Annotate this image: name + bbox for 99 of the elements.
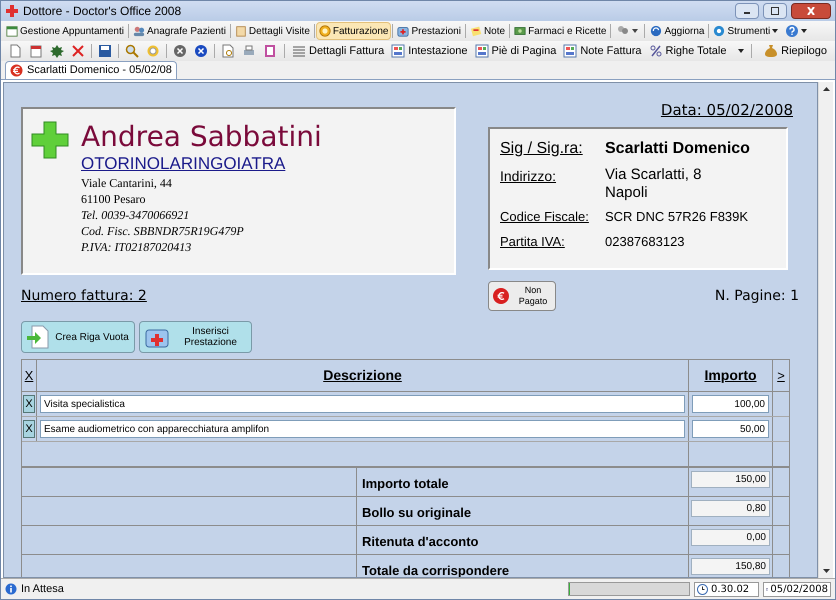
toolbar-tab-button[interactable]: Strumenti (710, 22, 782, 40)
patient-field-label: Codice Fiscale: (500, 208, 590, 226)
doctor-detail: Tel. 0039-3470066921 (81, 207, 190, 223)
close-button[interactable] (791, 3, 831, 19)
description-field[interactable]: Esame audiometrico con apparecchiatura amplifon (40, 420, 685, 438)
amount-field[interactable]: 50,00 (692, 420, 769, 438)
toolbar-tab-button[interactable]: Prestazioni (394, 22, 464, 40)
percent-icon (648, 44, 662, 58)
toolbar-tab-button[interactable]: Fatturazione (316, 22, 392, 40)
caret-icon (801, 29, 808, 33)
toolbar-tab-button[interactable]: Aggiorna (647, 22, 708, 40)
medical-kit-icon (397, 25, 410, 37)
caret-up-icon (822, 87, 830, 91)
doctor-detail: Viale Cantarini, 44 (81, 175, 172, 191)
printer-icon (242, 44, 256, 58)
coin-icon (318, 25, 331, 37)
total-amount-field: 0,00 (691, 529, 770, 546)
toolbar-button[interactable]: Righe Totale (646, 42, 748, 60)
delete-row-button[interactable]: X (23, 395, 35, 413)
document-icon (8, 44, 22, 58)
close-icon (806, 7, 816, 15)
money-bag-icon (764, 44, 778, 58)
refresh-icon (650, 25, 662, 37)
grid-icon (391, 44, 406, 58)
toolbar-tab-button[interactable]: Anagrafe Pazienti (130, 22, 229, 40)
total-amount-field: 0,80 (691, 500, 770, 517)
patient-field-label: Partita IVA: (500, 232, 566, 250)
minimize-button[interactable] (735, 3, 759, 19)
close-icon (194, 44, 208, 58)
summary-button[interactable]: Riepilogo (760, 42, 831, 60)
status-time-field: 0.30.02 (694, 582, 759, 596)
toolbar-button[interactable]: Intestazione (388, 42, 471, 60)
total-label: Ritenuta d'acconto (362, 532, 478, 551)
caret-down-icon (822, 569, 830, 573)
maximize-button[interactable] (763, 3, 787, 19)
patient-field-value: Via Scarlatti, 8 (605, 166, 702, 184)
delete-row-button[interactable]: X (23, 420, 35, 438)
vertical-scrollbar[interactable] (818, 82, 833, 578)
amount-field[interactable]: 100,00 (692, 395, 769, 413)
patient-field-value: SCR DNC 57R26 F839K (605, 208, 748, 226)
euro-icon (10, 64, 23, 77)
patient-field-label: Sig / Sig.ra: (500, 139, 584, 159)
calendar-icon (29, 44, 43, 58)
description-field[interactable]: Visita specialistica (40, 395, 685, 413)
medical-cross-icon (31, 121, 69, 159)
maximize-icon (770, 7, 780, 15)
doctor-detail: 61100 Pesaro (81, 191, 146, 207)
caret-icon (632, 29, 638, 33)
grid-icon (563, 44, 578, 58)
patient-field-value: Napoli (605, 184, 649, 202)
doctor-detail: P.IVA: IT02187020413 (81, 239, 192, 255)
total-amount-field: 150,80 (691, 558, 770, 575)
column-header[interactable]: Importo (704, 365, 757, 386)
document-tab[interactable]: Scarlatti Domenico - 05/02/08 (5, 61, 177, 79)
toolbar-button[interactable]: Dettagli Fattura (289, 42, 388, 60)
toolbar-tab-button[interactable]: Gestione Appuntamenti (3, 22, 127, 40)
invoice-number: Numero fattura: 2 (21, 286, 148, 306)
window-title: Dottore - Doctor's Office 2008 (23, 3, 182, 20)
euro-icon (492, 287, 510, 305)
clipboard-icon (234, 25, 247, 37)
payment-status-button[interactable]: Non Pagato (488, 281, 556, 311)
status-date-field: 05/02/2008 (763, 582, 831, 596)
column-header[interactable]: X (24, 366, 34, 386)
action-button[interactable]: Inserisci Prestazione (139, 321, 252, 353)
toolbar-tab-button[interactable]: Dettagli Visite (232, 22, 313, 40)
clock-icon (697, 584, 708, 594)
money-icon (514, 25, 526, 37)
toolbar-tab-button[interactable]: Farmaci e Ricette (511, 22, 610, 40)
close-icon (173, 44, 187, 58)
grid-icon (474, 44, 489, 58)
invoice-date: Data: 05/02/2008 (660, 101, 793, 119)
total-amount-field: 150,00 (691, 471, 770, 488)
doctor-name: Andrea Sabbatini (81, 121, 322, 153)
doctor-detail: Cod. Fisc. SBBNDR75R19G479P (81, 223, 244, 239)
toolbar-button[interactable]: Note Fattura (560, 42, 644, 60)
toolbar-button[interactable]: Piè di Pagina (472, 42, 560, 60)
calendar-icon (6, 25, 18, 37)
patient-field-value: 02387683123 (605, 232, 685, 250)
info-icon (5, 583, 17, 595)
document-arrow-icon (26, 325, 50, 349)
total-label: Importo totale (362, 474, 449, 493)
column-header[interactable]: > (777, 366, 785, 386)
patient-field-value: Scarlatti Domenico (605, 139, 750, 159)
doctor-specialty: OTORINOLARINGOIATRA (81, 153, 286, 175)
toolbar-tab-button[interactable]: Note (466, 22, 508, 40)
medical-cross-icon (5, 4, 19, 18)
lines-icon (292, 44, 306, 58)
delete-icon (71, 44, 85, 58)
note-icon (470, 25, 482, 37)
people-icon (132, 25, 145, 37)
patient-field-label: Indirizzo: (500, 167, 558, 186)
book-icon (263, 44, 277, 58)
page-count: N. Pagine: 1 (714, 286, 799, 306)
action-button[interactable]: Crea Riga Vuota (21, 321, 135, 353)
column-header: Descrizione (323, 366, 402, 385)
total-label: Bollo su originale (362, 504, 472, 522)
help-icon (785, 24, 800, 38)
print-preview-icon (221, 44, 235, 58)
status-text: In Attesa (21, 582, 65, 597)
